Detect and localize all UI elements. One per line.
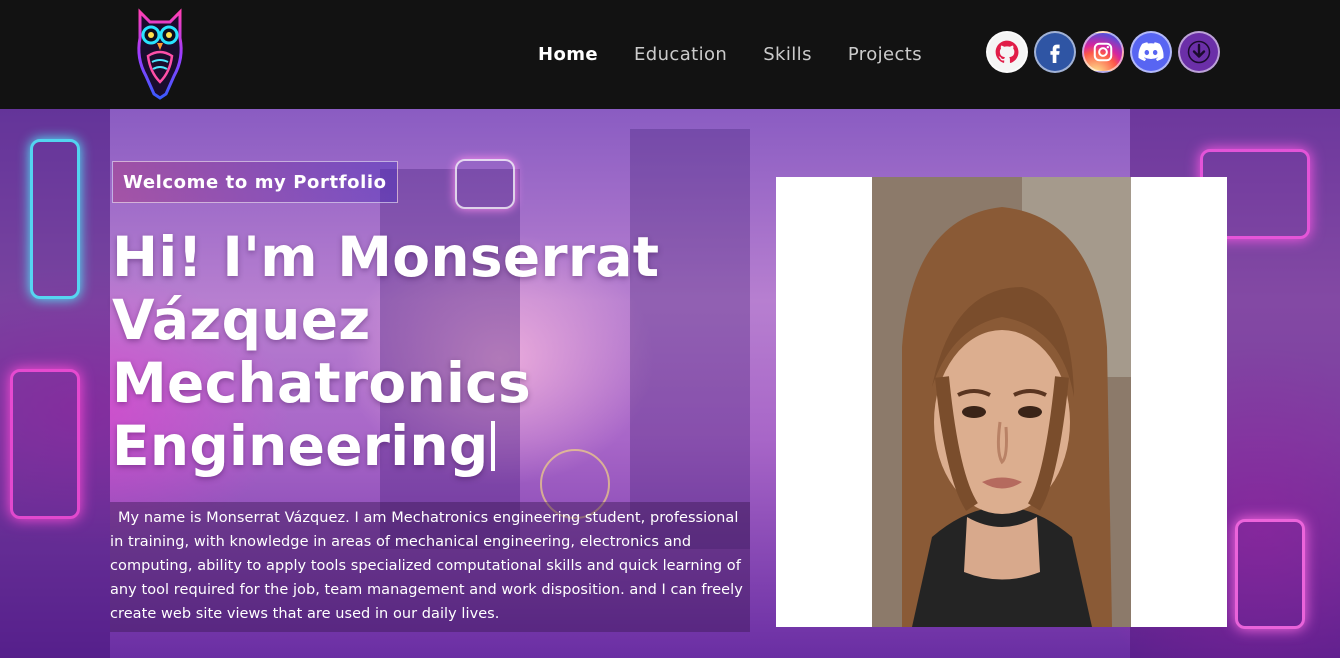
download-button[interactable]	[1178, 31, 1220, 73]
discord-icon	[1138, 42, 1164, 62]
headline-line-4: Engineering	[112, 414, 489, 478]
github-icon	[995, 40, 1019, 63]
instagram-button[interactable]	[1082, 31, 1124, 73]
nav-link-home[interactable]: Home	[538, 44, 598, 65]
typing-cursor	[490, 421, 495, 471]
nav-link-skills[interactable]: Skills	[763, 44, 812, 65]
headline-line-2: Vázquez	[112, 288, 371, 352]
hero-headline: Hi! I'm Monserrat Vázquez Mechatronics E…	[112, 226, 752, 478]
profile-photo-frame	[776, 177, 1227, 627]
nav-link-education[interactable]: Education	[634, 44, 727, 65]
instagram-icon	[1093, 42, 1113, 62]
download-icon	[1187, 40, 1211, 64]
hero-description: My name is Monserrat Vázquez. I am Mecha…	[110, 502, 750, 632]
headline-line-1: Hi! I'm Monserrat	[112, 225, 660, 289]
profile-photo	[872, 177, 1131, 627]
social-links	[986, 31, 1226, 73]
owl-logo-icon[interactable]	[134, 8, 186, 100]
nav-links: Home Education Skills Projects	[520, 0, 940, 109]
github-button[interactable]	[986, 31, 1028, 73]
headline-line-3: Mechatronics	[112, 351, 532, 415]
hero-banner: Welcome to my Portfolio Hi! I'm Monserra…	[0, 109, 1340, 658]
headline-line-4-wrap: Engineering	[112, 415, 752, 478]
navbar: Home Education Skills Projects	[0, 0, 1340, 109]
nav-link-projects[interactable]: Projects	[848, 44, 922, 65]
facebook-icon	[1050, 44, 1060, 63]
discord-button[interactable]	[1130, 31, 1172, 73]
facebook-button[interactable]	[1034, 31, 1076, 73]
welcome-tagline: Welcome to my Portfolio	[112, 161, 398, 203]
